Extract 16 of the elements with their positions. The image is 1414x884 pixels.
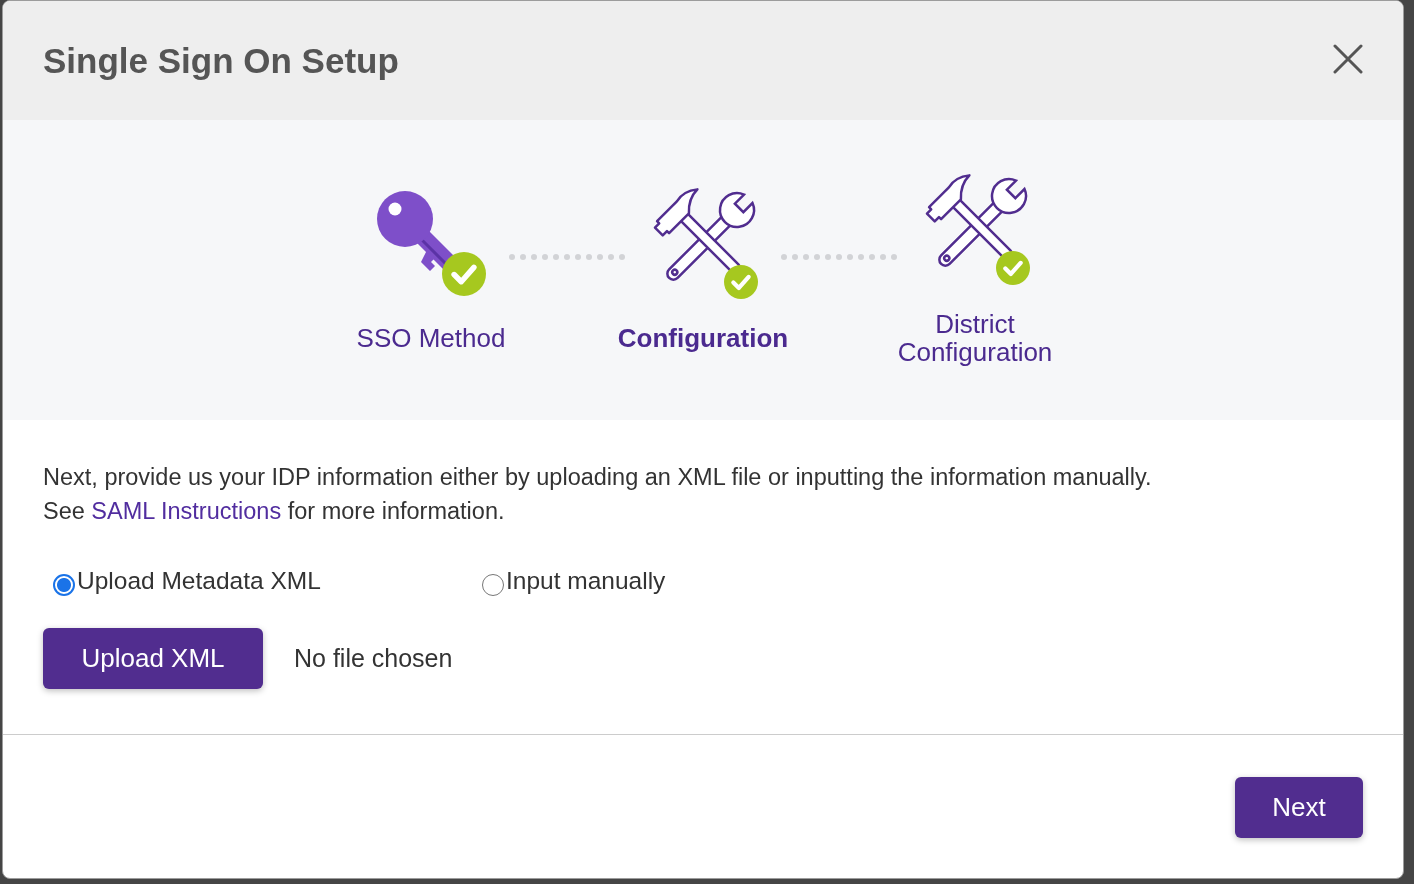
- step-label[interactable]: District Configuration: [865, 310, 1085, 366]
- more-info-text: See SAML Instructions for more information.: [43, 497, 506, 526]
- radio-label[interactable]: Input manually: [506, 564, 666, 598]
- instructions-text: Next, provide us your IDP information either by uploading an XML file or inputting the information manually.: [43, 463, 1153, 492]
- file-status-text: No file chosen: [294, 644, 453, 673]
- next-button[interactable]: Next: [1235, 777, 1363, 838]
- saml-instructions-link[interactable]: SAML Instructions: [91, 498, 282, 524]
- radio-button[interactable]: [53, 574, 75, 596]
- step-label[interactable]: SSO Method: [321, 324, 541, 352]
- step-label[interactable]: Configuration: [593, 324, 813, 352]
- upload-xml-button[interactable]: Upload XML: [43, 628, 263, 689]
- radio-button[interactable]: [482, 574, 504, 596]
- close-button[interactable]: [1333, 43, 1363, 74]
- radio-label[interactable]: Upload Metadata XML: [77, 564, 321, 598]
- dialog-title: Single Sign On Setup: [43, 40, 399, 81]
- close-icon: [1333, 43, 1363, 74]
